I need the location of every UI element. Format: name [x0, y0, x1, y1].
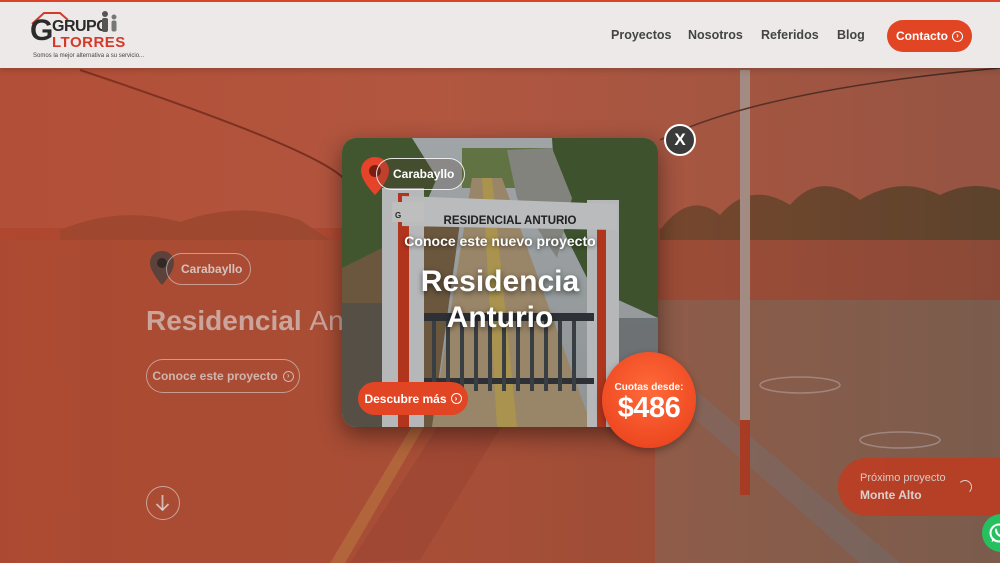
modal-title-line1: Residencia [420, 265, 580, 298]
discover-more-button[interactable]: Descubre más › [358, 382, 468, 415]
family-icon [102, 11, 117, 32]
nav-blog[interactable]: Blog [837, 28, 865, 42]
logo-torres: LTORRES [52, 34, 126, 51]
header-accent-line [0, 0, 1000, 2]
contact-button-label: Contacto [896, 29, 948, 43]
whatsapp-icon [989, 523, 1000, 543]
contact-button[interactable]: Contacto › [887, 20, 972, 52]
logo-letter: G [30, 14, 54, 47]
nav-referidos[interactable]: Referidos [761, 28, 819, 42]
close-icon: X [674, 130, 686, 149]
price-badge-value: $486 [617, 392, 681, 424]
modal-title: Residencia Anturio [342, 264, 658, 336]
logo-tagline: Somos la mejor alternativa a su servicio… [33, 53, 145, 59]
modal-title-line2: Anturio [446, 301, 554, 334]
nav-nosotros[interactable]: Nosotros [688, 28, 743, 42]
site-header: G GRUPO LTORRES Somos la mejor alternati… [0, 0, 1000, 68]
modal-subtitle: Conoce este nuevo proyecto [404, 233, 596, 249]
brand-logo[interactable]: G GRUPO LTORRES Somos la mejor alternati… [30, 10, 144, 62]
chevron-right-circle-icon: › [450, 393, 462, 404]
discover-more-label: Descubre más [364, 391, 447, 406]
chevron-right-circle-icon: › [952, 30, 963, 42]
modal-close-button[interactable]: X [664, 124, 696, 156]
price-badge: Cuotas desde: $486 [602, 352, 696, 448]
modal-location-label: Carabayllo [376, 158, 466, 190]
nav-proyectos[interactable]: Proyectos [611, 28, 671, 42]
